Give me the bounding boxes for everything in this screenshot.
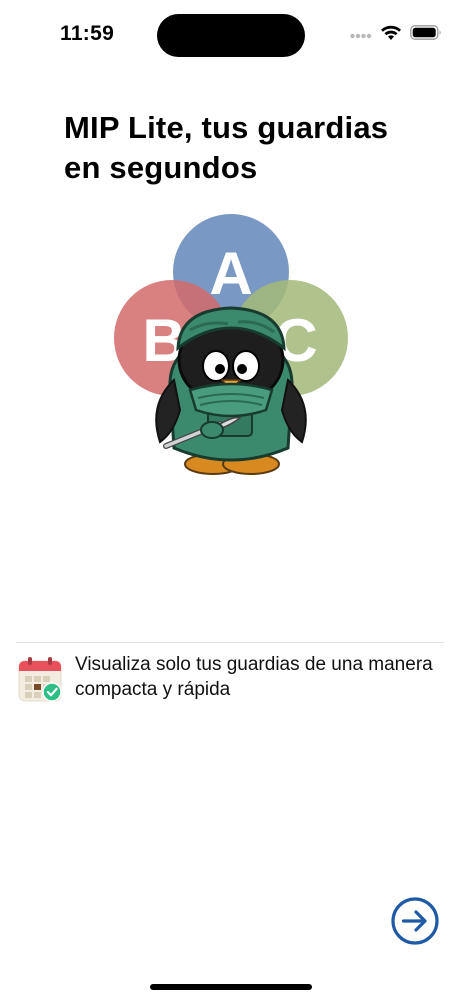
feature-item: Visualiza solo tus guardias de una maner… (18, 652, 444, 712)
page-title: MIP Lite, tus guardias en segundos (64, 110, 389, 185)
home-indicator[interactable] (150, 984, 312, 990)
feature-description: Visualiza solo tus guardias de una maner… (75, 654, 433, 700)
venn-letter-a: A (209, 240, 252, 307)
status-time: 11:59 (60, 22, 115, 45)
hero-illustration: A B C (108, 210, 358, 480)
battery-icon (410, 25, 442, 45)
status-icons (350, 24, 442, 46)
dynamic-island (157, 14, 305, 57)
divider (16, 642, 444, 643)
wifi-icon (380, 25, 402, 46)
calendar-check-icon (18, 655, 64, 703)
arrow-right-circle-icon (391, 897, 439, 945)
next-button[interactable] (390, 896, 440, 946)
signal-dots-icon (350, 26, 372, 44)
status-bar: 11:59 (0, 0, 462, 70)
